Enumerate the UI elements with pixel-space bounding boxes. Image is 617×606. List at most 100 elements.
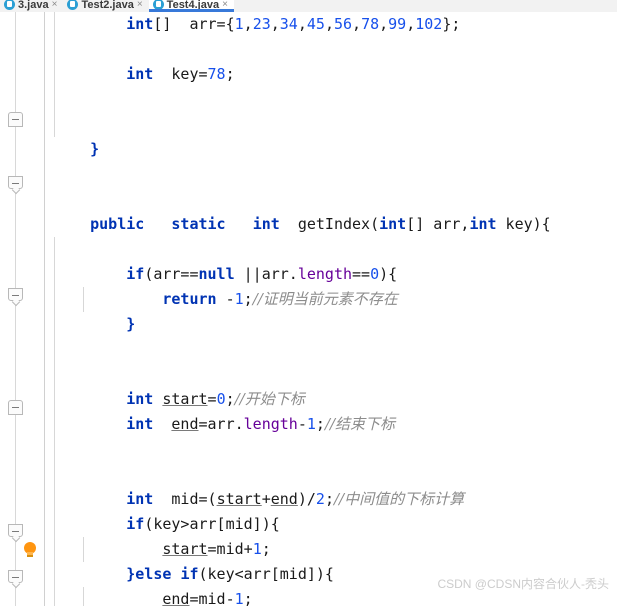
code-token: if	[126, 515, 145, 533]
code-line[interactable]: public static int getIndex(int[] arr,int…	[46, 212, 617, 237]
code-line[interactable]: }	[46, 312, 617, 337]
code-token: {	[225, 15, 235, 33]
lightbulb-base	[27, 555, 33, 557]
code-line-text: if(arr==null ||arr.length==0){	[46, 265, 397, 283]
code-line[interactable]	[46, 237, 617, 262]
code-fold-toggle[interactable]	[8, 288, 23, 301]
code-token: start	[162, 540, 208, 558]
code-line-text: }	[46, 140, 99, 158]
code-token: start	[216, 490, 262, 508]
code-line[interactable]: int start=0;//开始下标	[46, 387, 617, 412]
java-file-icon	[4, 0, 15, 10]
code-line[interactable]: if(key>arr[mid]){	[46, 512, 617, 537]
code-fold-toggle[interactable]	[8, 112, 23, 127]
code-token: (key<arr[mid]){	[198, 565, 334, 583]
code-line[interactable]: int[] arr={1,23,34,45,56,78,99,102};	[46, 12, 617, 37]
code-token: int	[126, 15, 154, 33]
lightbulb-icon[interactable]	[22, 542, 38, 560]
code-token: if	[180, 565, 199, 583]
code-line[interactable]	[46, 162, 617, 187]
code-content[interactable]: int[] arr={1,23,34,45,56,78,99,102}; int…	[46, 12, 617, 606]
code-token: ||arr.	[234, 265, 298, 283]
code-token: =mid-	[189, 590, 235, 606]
code-token: 99	[388, 15, 407, 33]
close-icon[interactable]: ×	[52, 0, 58, 10]
code-token: ,	[324, 15, 334, 33]
code-line[interactable]	[46, 462, 617, 487]
code-line-text: int key=78;	[46, 65, 234, 83]
code-token: ;	[261, 540, 271, 558]
code-token: return	[162, 290, 217, 308]
code-line[interactable]	[46, 37, 617, 62]
code-line[interactable]	[46, 362, 617, 387]
code-token: -	[216, 290, 235, 308]
code-line-text: int end=arr.length-1;//结束下标	[46, 415, 395, 433]
code-token: =arr.	[198, 415, 244, 433]
code-token: ,	[352, 15, 362, 33]
code-token: }	[126, 315, 136, 333]
code-line[interactable]	[46, 337, 617, 362]
code-line[interactable]: start=mid+1;	[46, 537, 617, 562]
code-line[interactable]	[46, 437, 617, 462]
code-token: key=	[153, 65, 208, 83]
code-token: ==	[352, 265, 371, 283]
code-token: 1	[234, 590, 244, 606]
code-line[interactable]	[46, 112, 617, 137]
code-fold-toggle[interactable]	[8, 524, 23, 537]
indent-guide	[54, 337, 55, 362]
indent-guide	[54, 112, 55, 137]
code-token: []	[153, 15, 172, 33]
close-icon[interactable]: ×	[222, 0, 228, 10]
code-editor[interactable]: int[] arr={1,23,34,45,56,78,99,102}; int…	[46, 12, 617, 606]
code-token: ,	[243, 15, 253, 33]
code-line-text: public static int getIndex(int[] arr,int…	[46, 215, 551, 233]
editor-tab[interactable]: Test2.java ×	[63, 0, 149, 12]
code-line[interactable]: int key=78;	[46, 62, 617, 87]
code-token: )/	[297, 490, 316, 508]
code-token: =mid+	[207, 540, 253, 558]
code-line[interactable]	[46, 187, 617, 212]
code-line[interactable]: int end=arr.length-1;//结束下标	[46, 412, 617, 437]
code-token: int	[126, 415, 154, 433]
code-token: //开始下标	[234, 390, 305, 408]
code-token: ,	[406, 15, 416, 33]
code-token: }	[90, 140, 100, 158]
editor-tab[interactable]: Test4.java ×	[148, 0, 235, 12]
code-token: -	[297, 415, 307, 433]
code-fold-toggle[interactable]	[8, 176, 23, 189]
code-token: 1	[234, 15, 244, 33]
code-token: 102	[415, 15, 443, 33]
editor-gutter[interactable]	[0, 12, 46, 606]
code-token: //证明当前元素不存在	[252, 290, 398, 308]
code-line[interactable]: if(arr==null ||arr.length==0){	[46, 262, 617, 287]
code-line[interactable]	[46, 87, 617, 112]
code-token: 23	[252, 15, 271, 33]
fold-rail	[15, 12, 16, 606]
code-line[interactable]: return -1;//证明当前元素不存在	[46, 287, 617, 312]
code-line-text: end=mid-1;	[46, 590, 252, 606]
editor-tab[interactable]: 3.java ×	[0, 0, 64, 12]
code-line-text: int[] arr={1,23,34,45,56,78,99,102};	[46, 15, 460, 33]
code-line[interactable]: int mid=(start+end)/2;//中间值的下标计算	[46, 487, 617, 512]
code-fold-toggle[interactable]	[8, 400, 23, 415]
close-icon[interactable]: ×	[137, 0, 143, 10]
code-fold-toggle[interactable]	[8, 570, 23, 583]
code-token: +	[261, 490, 271, 508]
code-token: 34	[279, 15, 298, 33]
indent-guide	[54, 87, 55, 112]
code-line[interactable]: }	[46, 137, 617, 162]
code-token: }	[126, 565, 136, 583]
